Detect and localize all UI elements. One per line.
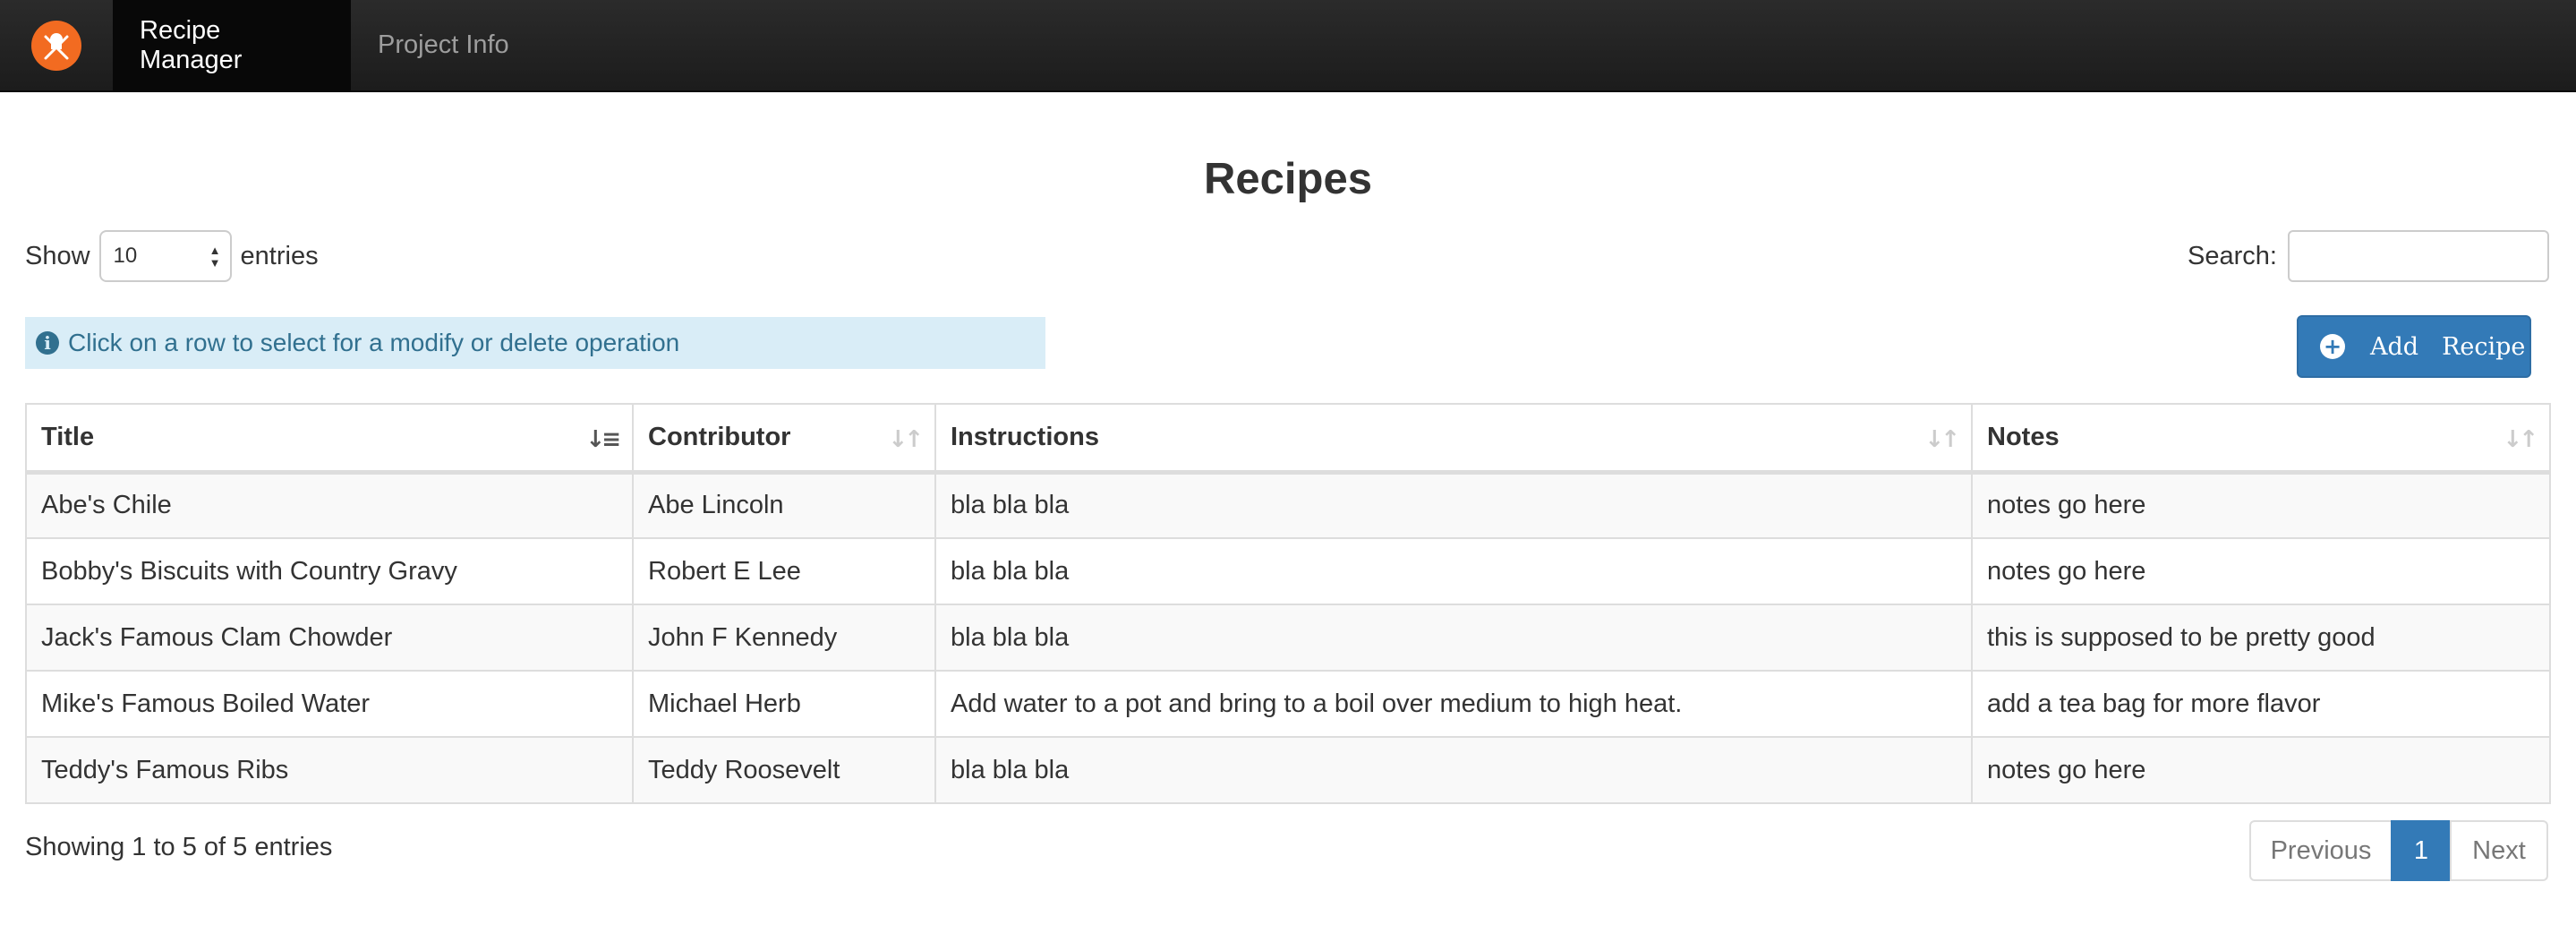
cell-contributor: Michael Herb (632, 670, 936, 738)
cell-notes: notes go here (1971, 471, 2551, 539)
cell-title: Mike's Famous Boiled Water (25, 670, 634, 738)
chef-logo-icon (31, 20, 81, 71)
page-title: Recipes (1204, 155, 1372, 203)
cell-notes: this is supposed to be pretty good (1971, 604, 2551, 672)
page-1-button[interactable]: 1 (2391, 820, 2452, 881)
entries-label: entries (240, 241, 319, 270)
table-row[interactable]: Jack's Famous Clam Chowder John F Kenned… (25, 604, 2551, 672)
length-control: Show 10 ▲ ▼ entries (25, 230, 319, 282)
cell-contributor: John F Kennedy (632, 604, 936, 672)
cell-title: Abe's Chile (25, 471, 634, 539)
cell-contributor: Robert E Lee (632, 537, 936, 605)
table-header-row: Title ↓≡ Contributor ↓↑ Instructions ↓↑ … (25, 403, 2551, 475)
column-header-label: Instructions (951, 422, 1099, 451)
column-header-contributor[interactable]: Contributor ↓↑ (632, 403, 936, 475)
info-icon: i (36, 331, 59, 355)
cell-notes: notes go here (1971, 736, 2551, 804)
select-arrows-icon: ▲ ▼ (209, 244, 221, 270)
cell-contributor: Teddy Roosevelt (632, 736, 936, 804)
recipes-table: Title ↓≡ Contributor ↓↑ Instructions ↓↑ … (25, 403, 2551, 804)
previous-page-button[interactable]: Previous (2249, 820, 2393, 881)
column-header-title[interactable]: Title ↓≡ (25, 403, 634, 475)
column-header-label: Title (41, 422, 95, 451)
table-row[interactable]: Bobby's Biscuits with Country Gravy Robe… (25, 537, 2551, 605)
search-label: Search: (2188, 241, 2277, 270)
column-header-notes[interactable]: Notes ↓↑ (1971, 403, 2551, 475)
search-input[interactable] (2288, 230, 2549, 282)
brand[interactable] (0, 0, 113, 90)
pagination: Previous 1 Next (2249, 820, 2548, 881)
column-header-label: Contributor (648, 422, 791, 451)
nav-project-info[interactable]: Project Info (351, 0, 536, 90)
cell-instructions: bla bla bla (934, 736, 1973, 804)
table-row[interactable]: Mike's Famous Boiled Water Michael Herb … (25, 670, 2551, 738)
entries-per-page-select[interactable]: 10 ▲ ▼ (98, 230, 232, 282)
cell-title: Teddy's Famous Ribs (25, 736, 634, 804)
sort-both-icon: ↓↑ (1924, 426, 1960, 453)
info-alert: i Click on a row to select for a modify … (25, 317, 1045, 369)
cell-instructions: bla bla bla (934, 537, 1973, 605)
add-recipe-button[interactable]: + Add Recipe (2297, 315, 2531, 378)
show-label: Show (25, 241, 90, 270)
nav-recipe-manager[interactable]: Recipe Manager (113, 0, 351, 90)
navbar: Recipe Manager Project Info (0, 0, 2576, 92)
info-alert-text: Click on a row to select for a modify or… (68, 329, 680, 356)
table-info-text: Showing 1 to 5 of 5 entries (25, 833, 333, 861)
next-page-button[interactable]: Next (2450, 820, 2548, 881)
table-row[interactable]: Teddy's Famous Ribs Teddy Roosevelt bla … (25, 736, 2551, 804)
cell-instructions: Add water to a pot and bring to a boil o… (934, 670, 1973, 738)
cell-notes: notes go here (1971, 537, 2551, 605)
sort-asc-icon: ↓≡ (585, 426, 621, 453)
cell-instructions: bla bla bla (934, 471, 1973, 539)
cell-contributor: Abe Lincoln (632, 471, 936, 539)
sort-both-icon: ↓↑ (888, 426, 924, 453)
column-header-instructions[interactable]: Instructions ↓↑ (934, 403, 1973, 475)
search-control: Search: (2188, 230, 2549, 282)
sort-both-icon: ↓↑ (2503, 426, 2538, 453)
cell-title: Bobby's Biscuits with Country Gravy (25, 537, 634, 605)
add-recipe-label-recipe: Recipe (2442, 332, 2526, 361)
table-row[interactable]: Abe's Chile Abe Lincoln bla bla bla note… (25, 471, 2551, 539)
entries-per-page-value: 10 (113, 244, 138, 268)
cell-notes: add a tea bag for more flavor (1971, 670, 2551, 738)
column-header-label: Notes (1987, 422, 2060, 451)
cell-instructions: bla bla bla (934, 604, 1973, 672)
cell-title: Jack's Famous Clam Chowder (25, 604, 634, 672)
add-recipe-label-add: Add (2370, 332, 2419, 361)
plus-circle-icon: + (2320, 334, 2345, 359)
